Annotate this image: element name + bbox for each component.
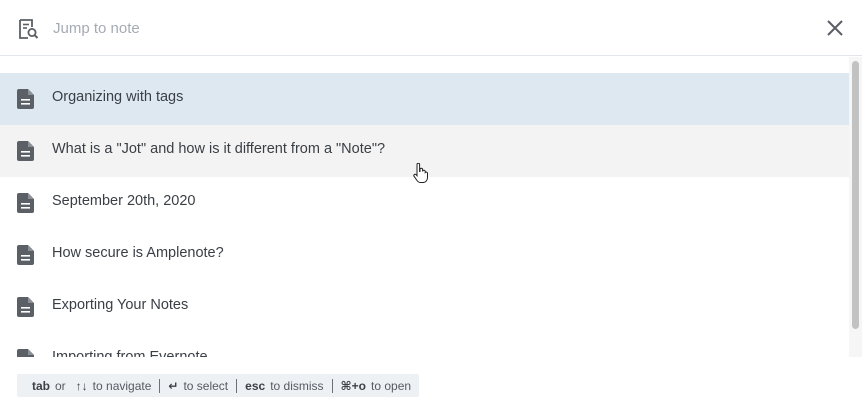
note-result-row[interactable]: September 20th, 2020	[0, 177, 849, 229]
dismiss-text: to dismiss	[270, 378, 324, 393]
open-text: to open	[371, 378, 412, 393]
or-text: or	[55, 378, 66, 393]
document-icon	[17, 245, 34, 265]
note-result-row[interactable]: What is a "Jot" and how is it different …	[0, 125, 849, 177]
note-result-row[interactable]: Exporting Your Notes	[0, 281, 849, 333]
keyboard-hints: tab or ↑↓ to navigate ↵ to select esc to…	[17, 374, 420, 397]
note-results-list: Organizing with tags What is a "Jot" and…	[0, 73, 849, 357]
navigate-text: to navigate	[92, 378, 152, 393]
note-result-row[interactable]: How secure is Amplenote?	[0, 229, 849, 281]
keyboard-hints-footer: tab or ↑↓ to navigate ↵ to select esc to…	[0, 357, 862, 416]
arrow-keys-hint: ↑↓	[75, 378, 88, 393]
select-text: to select	[183, 378, 229, 393]
note-title: September 20th, 2020	[52, 193, 196, 209]
esc-key-hint: esc	[245, 378, 266, 393]
close-icon[interactable]	[823, 16, 847, 40]
enter-key-hint: ↵	[168, 378, 179, 393]
note-result-row[interactable]: Organizing with tags	[0, 73, 849, 125]
note-title: Organizing with tags	[52, 89, 184, 105]
note-result-row[interactable]: Importing from Evernote	[0, 333, 849, 357]
list-scrollbar[interactable]	[849, 57, 862, 357]
search-input[interactable]	[53, 14, 773, 42]
divider	[159, 378, 161, 393]
note-search-icon	[19, 19, 39, 39]
note-title: Importing from Evernote	[52, 349, 208, 357]
tab-key-hint: tab	[32, 378, 50, 393]
note-title: Exporting Your Notes	[52, 297, 189, 313]
document-icon	[17, 297, 34, 317]
divider	[236, 378, 238, 393]
document-icon	[17, 89, 34, 109]
document-icon	[17, 141, 34, 161]
document-icon	[17, 349, 34, 357]
scrollbar-thumb[interactable]	[852, 61, 859, 329]
open-key-hint: ⌘+o	[340, 378, 367, 393]
divider	[331, 378, 333, 393]
note-title: How secure is Amplenote?	[52, 245, 224, 261]
search-header	[0, 0, 862, 56]
document-icon	[17, 193, 34, 213]
note-title: What is a "Jot" and how is it different …	[52, 141, 386, 157]
jump-to-note-dialog: Organizing with tags What is a "Jot" and…	[0, 0, 862, 416]
